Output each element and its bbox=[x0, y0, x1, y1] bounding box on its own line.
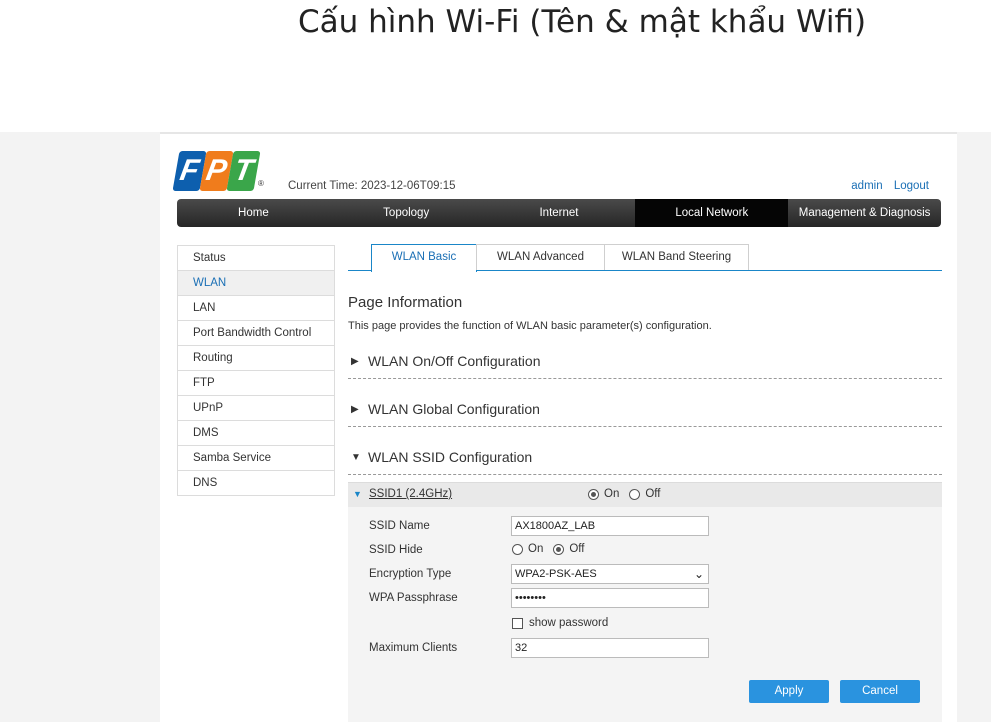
current-time: Current Time: 2023-12-06T09:15 bbox=[288, 180, 456, 192]
ssid-hide-off-radio[interactable] bbox=[553, 543, 565, 555]
section-label: WLAN Global Configuration bbox=[368, 401, 540, 417]
cancel-button[interactable]: Cancel bbox=[840, 680, 920, 703]
menu-topology[interactable]: Topology bbox=[330, 199, 483, 227]
ssid-hide-radios: On Off bbox=[512, 543, 594, 555]
section-wlan-onoff[interactable]: ▶ WLAN On/Off Configuration bbox=[348, 350, 942, 379]
ssid-hide-label: SSID Hide bbox=[369, 544, 423, 556]
user-links: admin Logout bbox=[843, 180, 929, 192]
section-label: WLAN On/Off Configuration bbox=[368, 353, 541, 369]
sidebar-item-routing[interactable]: Routing bbox=[178, 346, 334, 371]
page-description: This page provides the function of WLAN … bbox=[348, 320, 712, 332]
ssid-name-value: AX1800AZ_LAB bbox=[515, 520, 596, 532]
collapsed-arrow-icon: ▶ bbox=[351, 356, 359, 367]
sidebar: Status WLAN LAN Port Bandwidth Control R… bbox=[177, 245, 335, 496]
section-label: WLAN SSID Configuration bbox=[368, 449, 533, 465]
ssid-name-label: SSID Name bbox=[369, 520, 430, 532]
sidebar-item-port-bandwidth-control[interactable]: Port Bandwidth Control bbox=[178, 321, 334, 346]
ssid1-name-link[interactable]: SSID1 (2.4GHz) bbox=[369, 488, 452, 500]
sidebar-item-dms[interactable]: DMS bbox=[178, 421, 334, 446]
section-wlan-global[interactable]: ▶ WLAN Global Configuration bbox=[348, 398, 942, 427]
max-clients-input[interactable]: 32 bbox=[511, 638, 709, 658]
tab-wlan-band-steering[interactable]: WLAN Band Steering bbox=[604, 244, 749, 270]
apply-button[interactable]: Apply bbox=[749, 680, 829, 703]
ssid-hide-off-label: Off bbox=[569, 543, 585, 555]
ssid-hide-on-radio[interactable] bbox=[512, 543, 523, 555]
tab-bar: WLAN Basic WLAN Advanced WLAN Band Steer… bbox=[348, 244, 942, 272]
ssid1-on-radio[interactable] bbox=[588, 488, 599, 500]
menu-internet[interactable]: Internet bbox=[483, 199, 636, 227]
sidebar-item-ftp[interactable]: FTP bbox=[178, 371, 334, 396]
max-clients-label: Maximum Clients bbox=[369, 642, 458, 654]
show-password-checkbox[interactable] bbox=[512, 617, 523, 629]
fpt-logo: F P T ® bbox=[172, 151, 264, 195]
ssid1-off-label: Off bbox=[645, 488, 661, 500]
encryption-type-value: WPA2-PSK-AES bbox=[515, 568, 597, 580]
sidebar-item-wlan[interactable]: WLAN bbox=[178, 271, 334, 296]
screenshot-gutter-left bbox=[0, 132, 160, 722]
encryption-type-label: Encryption Type bbox=[369, 568, 452, 580]
sidebar-item-samba-service[interactable]: Samba Service bbox=[178, 446, 334, 471]
registered-mark: ® bbox=[258, 179, 264, 188]
wpa-passphrase-value: •••••••• bbox=[515, 592, 546, 604]
slide-title-bar: Cấu hình Wi-Fi (Tên & mật khẩu Wifi) bbox=[0, 0, 991, 70]
page-title: Page Information bbox=[348, 294, 463, 311]
sidebar-item-lan[interactable]: LAN bbox=[178, 296, 334, 321]
menu-local-network[interactable]: Local Network bbox=[635, 199, 789, 227]
tab-wlan-basic[interactable]: WLAN Basic bbox=[371, 244, 477, 272]
encryption-type-select[interactable]: WPA2-PSK-AES ⌄ bbox=[511, 564, 709, 584]
menu-management-diagnosis[interactable]: Management & Diagnosis bbox=[788, 199, 941, 227]
ssid1-off-radio[interactable] bbox=[629, 488, 641, 500]
ssid-hide-on-label: On bbox=[528, 543, 544, 555]
section-wlan-ssid[interactable]: ▼ WLAN SSID Configuration bbox=[348, 446, 942, 475]
logo-letter-t: T bbox=[226, 151, 261, 191]
expanded-arrow-icon: ▼ bbox=[351, 452, 361, 463]
tab-wlan-advanced[interactable]: WLAN Advanced bbox=[476, 244, 605, 270]
slide-title: Cấu hình Wi-Fi (Tên & mật khẩu Wifi) bbox=[298, 4, 867, 40]
screenshot-gutter-right bbox=[957, 132, 991, 722]
logout-link[interactable]: Logout bbox=[894, 180, 929, 192]
show-password-row: show password bbox=[512, 617, 608, 629]
ssid1-on-label: On bbox=[604, 488, 620, 500]
screenshot-top-border bbox=[160, 132, 957, 134]
sidebar-item-upnp[interactable]: UPnP bbox=[178, 396, 334, 421]
sidebar-item-dns[interactable]: DNS bbox=[178, 471, 334, 496]
ssid1-state-radios: On Off bbox=[588, 488, 670, 500]
menu-home[interactable]: Home bbox=[177, 199, 330, 227]
ssid-name-input[interactable]: AX1800AZ_LAB bbox=[511, 516, 709, 536]
collapsed-arrow-icon: ▶ bbox=[351, 404, 359, 415]
show-password-label: show password bbox=[529, 617, 609, 629]
chevron-down-icon: ⌄ bbox=[693, 567, 704, 581]
expand-triangle-icon[interactable]: ▼ bbox=[353, 489, 362, 499]
wpa-passphrase-label: WPA Passphrase bbox=[369, 592, 458, 604]
max-clients-value: 32 bbox=[515, 642, 528, 654]
admin-link[interactable]: admin bbox=[851, 180, 882, 192]
sidebar-item-status[interactable]: Status bbox=[178, 246, 334, 271]
wpa-passphrase-input[interactable]: •••••••• bbox=[511, 588, 709, 608]
main-menu: Home Topology Internet Local Network Man… bbox=[177, 199, 941, 227]
